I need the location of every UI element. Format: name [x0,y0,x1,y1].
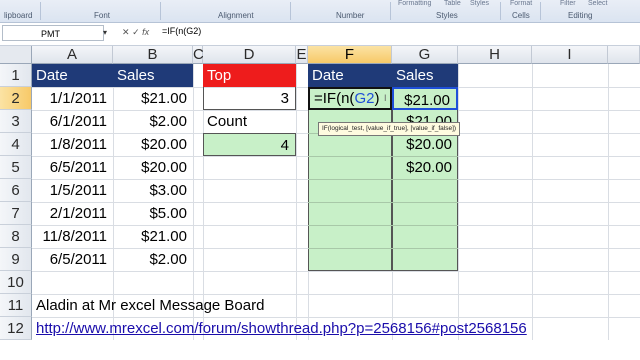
cell-sales[interactable]: $5.00 [113,202,193,225]
column-header-f[interactable]: F [308,46,392,64]
edit-ref-g2: G2 [354,90,375,107]
ribbon-format[interactable]: Format [510,0,532,7]
formula-input[interactable]: =IF(n(G2) [162,26,201,36]
cancel-icon[interactable]: ✕ [122,27,130,37]
ribbon-group-cells: Cells [512,11,530,20]
enter-icon[interactable]: ✓ [132,27,140,37]
top-label[interactable]: Top [203,64,296,87]
cell-date[interactable]: 11/8/2011 [32,225,113,248]
ribbon-group-editing: Editing [568,11,593,20]
result-sales-cell[interactable]: $20.00 [392,156,458,179]
row-header-10[interactable]: 10 [0,271,32,294]
result-header-date[interactable]: Date [308,64,392,87]
ribbon-format-table[interactable]: Table [444,0,461,7]
name-box[interactable]: PMT [2,25,104,41]
cell-date[interactable]: 2/1/2011 [32,202,113,225]
chevron-down-icon[interactable]: ▾ [103,28,107,37]
row-header-3[interactable]: 3 [0,110,32,133]
column-header-c[interactable]: C [193,46,204,64]
cell-date[interactable]: 1/1/2011 [32,87,113,110]
column-header-d[interactable]: D [203,46,296,64]
note-text: Aladin at Mr excel Message Board [36,297,265,314]
text-cursor-icon: I [384,93,387,103]
header-sales[interactable]: Sales [113,64,193,87]
count-label[interactable]: Count [203,110,296,133]
select-all-corner[interactable] [0,46,32,64]
cell-sales[interactable]: $2.00 [113,110,193,133]
cell-sales[interactable]: $20.00 [113,156,193,179]
row-header-12[interactable]: 12 [0,317,32,340]
row-header-8[interactable]: 8 [0,225,32,248]
row-header-4[interactable]: 4 [0,133,32,156]
cell-date[interactable]: 1/8/2011 [32,133,113,156]
cell-date[interactable]: 6/1/2011 [32,110,113,133]
ribbon: Formatting Table Styles Format Filter Se… [0,0,640,23]
function-icon[interactable]: fx [142,27,149,37]
cell-sales[interactable]: $20.00 [113,133,193,156]
row-header-2[interactable]: 2 [0,87,32,110]
result-sales-cell[interactable]: $20.00 [392,133,458,156]
column-header-g[interactable]: G [392,46,458,64]
cell-sales[interactable]: $2.00 [113,248,193,271]
header-date[interactable]: Date [32,64,113,87]
column-header-b[interactable]: B [113,46,193,64]
result-sales-cell[interactable]: $21.00 [392,87,458,110]
column-header-a[interactable]: A [32,46,113,64]
edit-text-prefix: =IF(n( [314,90,355,107]
column-header-e[interactable]: E [296,46,308,64]
function-tooltip: IF(logical_test, [value_if_true], [value… [318,122,461,136]
column-header-i[interactable]: I [532,46,608,64]
edit-text-suffix: ) [374,90,380,107]
cell-sales[interactable]: $21.00 [113,225,193,248]
result-header-sales[interactable]: Sales [392,64,458,87]
row-header-9[interactable]: 9 [0,248,32,271]
row-header-1[interactable]: 1 [0,64,32,87]
cell-sales[interactable]: $3.00 [113,179,193,202]
ribbon-cell-styles[interactable]: Styles [470,0,489,7]
row-header-7[interactable]: 7 [0,202,32,225]
row-header-11[interactable]: 11 [0,294,32,317]
ribbon-select[interactable]: Select [588,0,607,7]
count-value[interactable]: 4 [203,133,296,156]
row-header-5[interactable]: 5 [0,156,32,179]
ribbon-conditional-formatting[interactable]: Formatting [398,0,431,7]
formula-bar-icons: ✕ ✓ fx [122,27,149,38]
column-header-h[interactable]: H [458,46,532,64]
ribbon-group-styles: Styles [436,11,458,20]
top-value[interactable]: 3 [203,87,296,110]
cell-date[interactable]: 6/5/2011 [32,248,113,271]
row-header-6[interactable]: 6 [0,179,32,202]
ribbon-group-number: Number [336,11,365,20]
cell-date[interactable]: 1/5/2011 [32,179,113,202]
editing-cell-f2[interactable]: =IF(n(G2) [308,87,392,110]
ribbon-group-font: Font [94,11,111,20]
ribbon-filter[interactable]: Filter [560,0,576,7]
column-header-j[interactable] [608,46,640,64]
ribbon-group-alignment: Alignment [218,11,254,20]
cell-sales[interactable]: $21.00 [113,87,193,110]
forum-link[interactable]: http://www.mrexcel.com/forum/showthread.… [32,317,622,340]
ribbon-group-clipboard: lipboard [4,11,33,20]
formula-bar: PMT ▾ ✕ ✓ fx =IF(n(G2) [0,23,640,46]
tooltip-text: IF(logical_test, [value_if_true], [value… [322,125,457,132]
cell-date[interactable]: 6/5/2011 [32,156,113,179]
